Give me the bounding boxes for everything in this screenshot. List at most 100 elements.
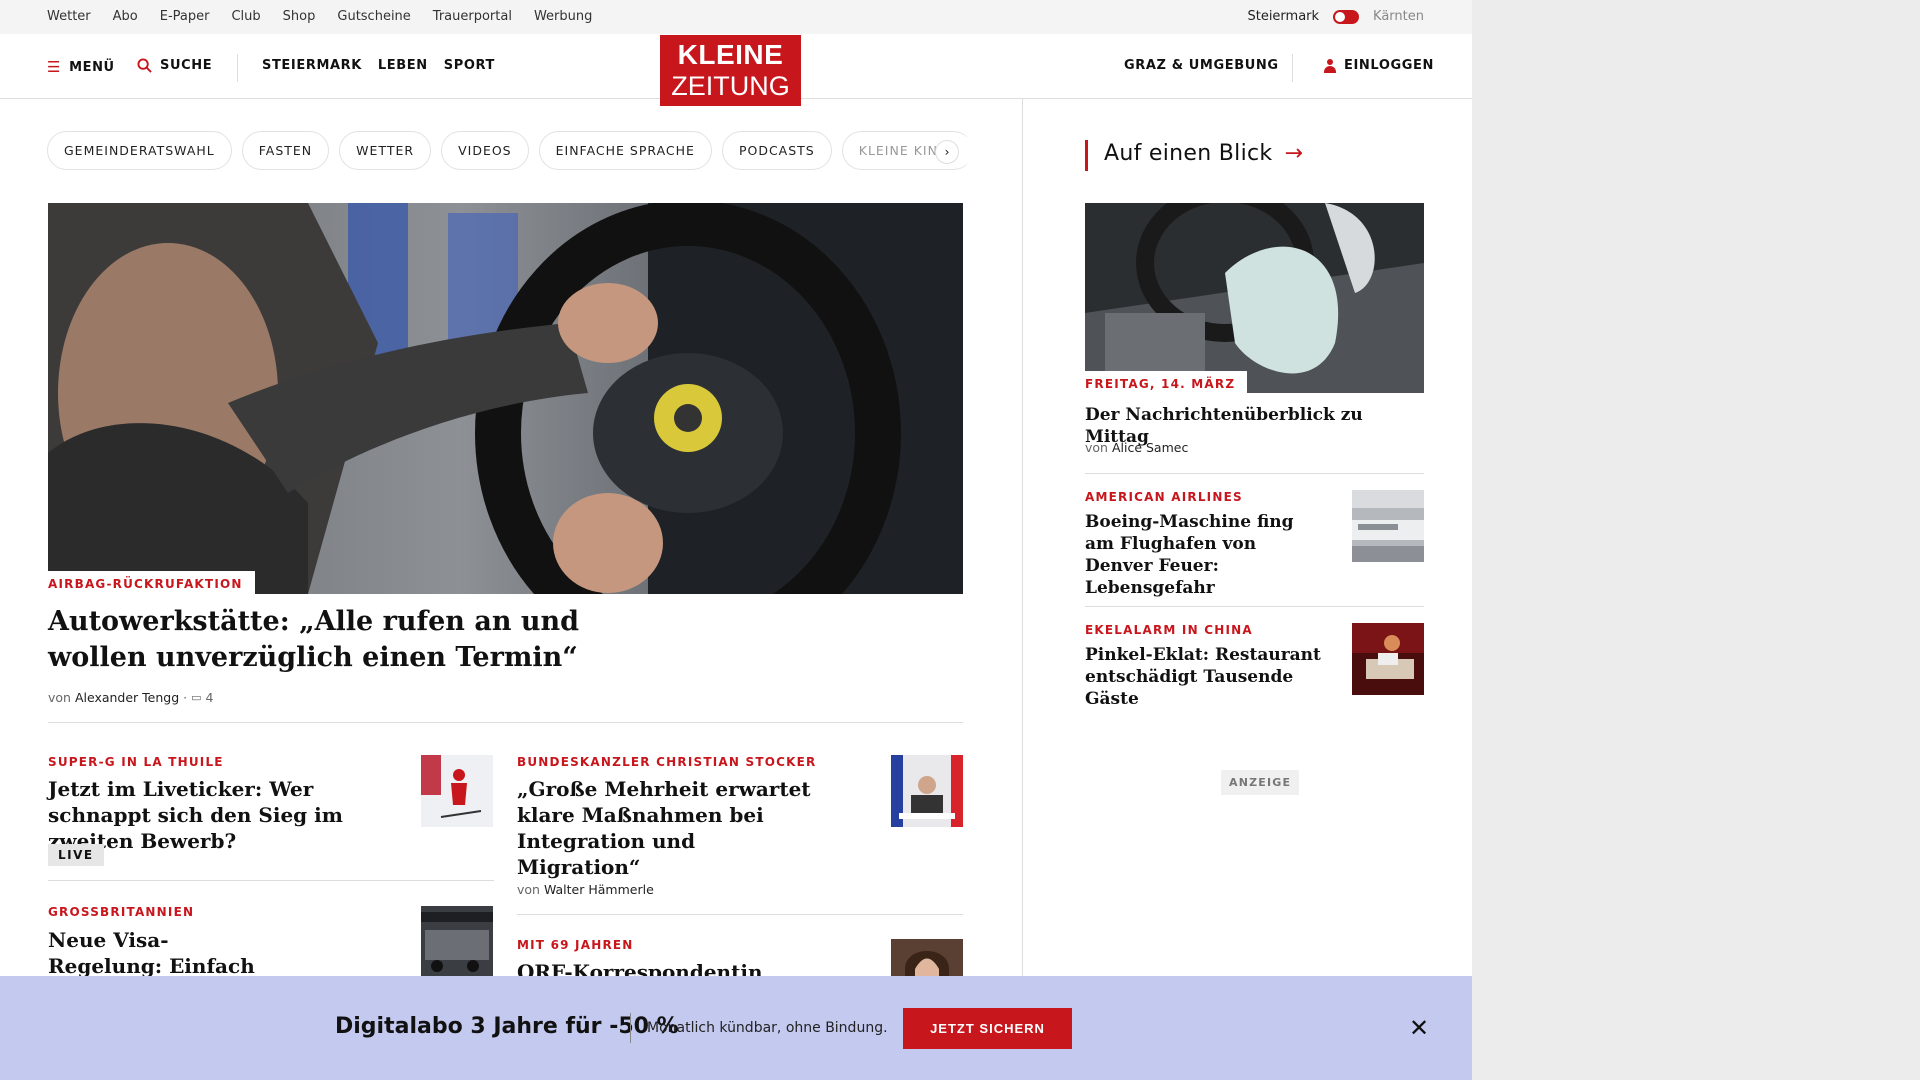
topic-pills: GEMEINDERATSWAHL FASTEN WETTER VIDEOS EI… [47,131,967,170]
airport-photo [421,906,493,978]
article-divider [48,880,494,881]
article-divider [517,914,963,915]
util-link-club[interactable]: Club [231,9,260,24]
article-byline: von Walter Hämmerle [517,882,654,897]
kleine-zeitung-logo[interactable]: KLEINE ZEITUNG [660,35,801,106]
hamburger-icon: ☰ [47,58,62,76]
restaurant-photo [1352,623,1424,695]
article-thumbnail[interactable] [421,755,493,827]
sidebar-byline: von Alice Samec [1085,440,1188,455]
section-nav: STEIERMARK LEBEN SPORT [262,58,511,73]
hero-byline: von Alexander Tengg · ▭ 4 [48,690,214,705]
util-link-abo[interactable]: Abo [113,9,138,24]
hero-photo [48,203,963,594]
live-badge: LIVE [48,844,104,866]
util-link-epaper[interactable]: E-Paper [160,9,210,24]
article-thumbnail[interactable] [421,906,493,978]
region-kaernten[interactable]: Kärnten [1373,9,1424,24]
region-steiermark[interactable]: Steiermark [1247,9,1319,24]
util-link-werbung[interactable]: Werbung [534,9,592,24]
nav-leben[interactable]: LEBEN [378,58,428,73]
byline-prefix: von [517,882,540,897]
pill-podcasts[interactable]: PODCASTS [721,131,832,170]
util-link-shop[interactable]: Shop [283,9,316,24]
article-author[interactable]: Walter Hämmerle [544,882,654,897]
comment-icon: ▭ [191,691,202,704]
pill-wetter[interactable]: WETTER [339,131,432,170]
user-icon [1324,58,1336,73]
close-icon[interactable]: ✕ [1409,1016,1429,1040]
hero-image[interactable] [48,203,963,594]
sidebar-kicker[interactable]: FREITAG, 14. MÄRZ [1085,371,1248,395]
article-headline[interactable]: „Große Mehrheit erwartet klare Maßnahmen… [517,776,817,880]
util-link-trauerportal[interactable]: Trauerportal [433,9,512,24]
sidebar-author[interactable]: Alice Samec [1112,440,1188,455]
promo-title: Digitalabo 3 Jahre für -50 % [335,1014,679,1039]
hero-headline[interactable]: Autowerkstätte: „Alle rufen an und wolle… [48,604,608,676]
airbag-photo [1085,203,1424,393]
byline-prefix: von [1085,440,1108,455]
graz-umgebung-link[interactable]: GRAZ & UMGEBUNG [1124,58,1279,73]
sidebar-thumbnail[interactable] [1352,490,1424,562]
util-link-wetter[interactable]: Wetter [47,9,91,24]
sidebar-divider [1085,473,1424,474]
article-thumbnail[interactable] [891,755,963,827]
menu-button[interactable]: ☰ MENÜ [47,58,115,76]
nav-sport[interactable]: SPORT [444,58,495,73]
utility-links: Wetter Abo E-Paper Club Shop Gutscheine … [47,9,614,24]
pills-next-button[interactable]: › [935,140,959,164]
sidebar-kicker[interactable]: AMERICAN AIRLINES [1085,490,1243,504]
website: Wetter Abo E-Paper Club Shop Gutscheine … [0,0,1472,1080]
article-kicker[interactable]: GROSSBRITANNIEN [48,905,194,919]
search-button[interactable]: SUCHE [137,58,212,73]
hero-divider [48,722,963,723]
sidebar-heading-label: Auf einen Blick [1104,141,1273,166]
arrow-right-icon: → [1284,141,1304,166]
header-divider [237,54,238,82]
search-icon [137,58,152,73]
chevron-right-icon: › [944,145,950,159]
hero-author[interactable]: Alexander Tengg [75,690,179,705]
subscribe-button[interactable]: JETZT SICHERN [903,1008,1072,1049]
sidebar-kicker[interactable]: EKELALARM IN CHINA [1085,623,1253,637]
promo-subtitle: Monatlich kündbar, ohne Bindung. [647,1020,888,1036]
comment-count[interactable]: 4 [205,690,213,705]
menu-label: MENÜ [69,59,115,75]
pill-fasten[interactable]: FASTEN [241,131,330,170]
skier-photo [421,755,493,827]
byline-prefix: von [48,690,71,705]
plane-photo [1352,490,1424,562]
pill-videos[interactable]: VIDEOS [441,131,529,170]
auf-einen-blick-heading[interactable]: Auf einen Blick → [1104,141,1303,166]
sidebar-headline[interactable]: Pinkel-Eklat: Restaurant entschädigt Tau… [1085,644,1325,710]
sidebar-thumbnail[interactable] [1352,623,1424,695]
region-switch: Steiermark Kärnten [1247,9,1424,24]
login-button[interactable]: EINLOGGEN [1324,58,1434,73]
pill-gemeinderatswahl[interactable]: GEMEINDERATSWAHL [47,131,232,170]
sidebar-lead-image[interactable] [1085,203,1424,393]
main-header: ☰ MENÜ SUCHE STEIERMARK LEBEN SPORT KLEI… [0,34,1472,106]
promo-divider [630,1013,631,1043]
article-kicker[interactable]: SUPER-G IN LA THUILE [48,755,224,769]
sidebar-divider [1085,606,1424,607]
region-toggle[interactable] [1333,9,1360,24]
column-divider [1022,99,1023,989]
article-headline[interactable]: Jetzt im Liveticker: Wer schnappt sich d… [48,776,403,854]
toggle-knob [1335,11,1346,22]
search-label: SUCHE [160,58,213,73]
article-kicker[interactable]: MIT 69 JAHREN [517,938,634,952]
utility-bar: Wetter Abo E-Paper Club Shop Gutscheine … [0,0,1472,34]
header-divider-right [1292,54,1293,82]
logo-line2: ZEITUNG [671,71,790,101]
logo-line1: KLEINE [677,39,784,70]
hero-kicker[interactable]: AIRBAG-RÜCKRUFAKTION [48,571,255,596]
login-label: EINLOGGEN [1344,58,1434,73]
article-kicker[interactable]: BUNDESKANZLER CHRISTIAN STOCKER [517,755,816,769]
pill-einfache-sprache[interactable]: EINFACHE SPRACHE [538,131,712,170]
ad-label: ANZEIGE [1221,770,1300,795]
nav-steiermark[interactable]: STEIERMARK [262,58,362,73]
util-link-gutscheine[interactable]: Gutscheine [337,9,410,24]
sidebar-headline[interactable]: Boeing-Maschine fing am Flughafen von De… [1085,511,1315,599]
subscription-banner: Digitalabo 3 Jahre für -50 % Monatlich k… [0,976,1472,1080]
chancellor-photo [891,755,963,827]
